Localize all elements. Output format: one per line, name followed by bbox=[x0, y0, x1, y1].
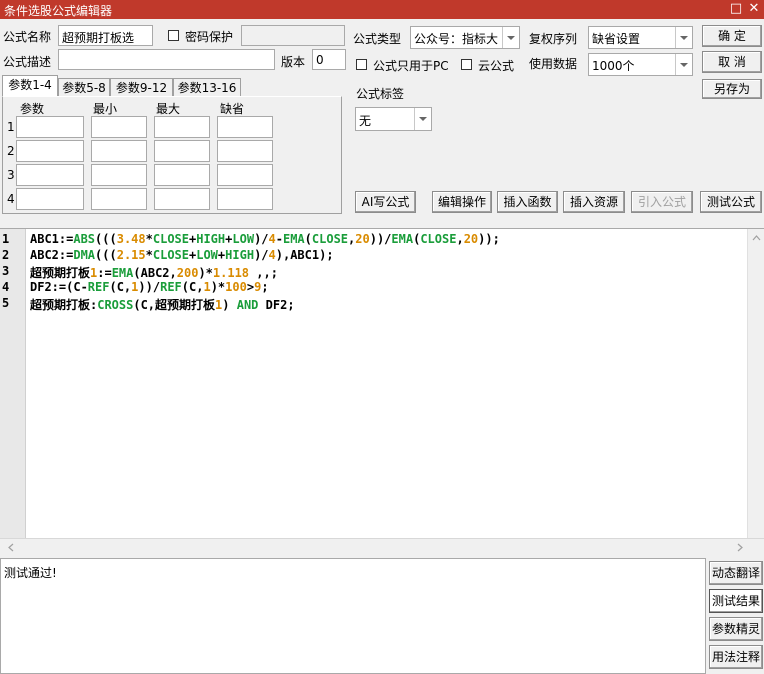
params-panel: 参数 最小 最大 缺省 1 2 3 4 bbox=[2, 96, 342, 214]
save-as-button[interactable]: 另存为 bbox=[702, 79, 762, 99]
dynamic-translate-button[interactable]: 动态翻译 bbox=[709, 561, 763, 585]
param-row-num: 3 bbox=[7, 168, 15, 182]
cloud-label: 云公式 bbox=[478, 59, 515, 73]
code-editor[interactable]: ABC1:=ABS(((3.48*CLOSE+HIGH+LOW)/4-EMA(C… bbox=[0, 228, 764, 539]
ok-button[interactable]: 确 定 bbox=[702, 25, 762, 47]
chevron-down-icon[interactable] bbox=[414, 108, 431, 130]
param-header-min: 最小 bbox=[93, 102, 118, 116]
edit-ops-button[interactable]: 编辑操作 bbox=[432, 191, 492, 213]
desc-label: 公式描述 bbox=[3, 55, 52, 69]
insert-func-button[interactable]: 插入函数 bbox=[497, 191, 558, 213]
code-line[interactable]: DF2:=(C-REF(C,1))/REF(C,1)*100>9; bbox=[30, 280, 269, 294]
param-max-input[interactable] bbox=[154, 140, 210, 162]
scroll-left-icon[interactable] bbox=[2, 539, 19, 556]
maximize-icon[interactable]: □ bbox=[728, 1, 744, 17]
param-max-input[interactable] bbox=[154, 116, 210, 138]
param-name-input[interactable] bbox=[16, 188, 84, 210]
param-min-input[interactable] bbox=[91, 140, 147, 162]
param-row-num: 2 bbox=[7, 144, 15, 158]
line-number: 5 bbox=[2, 296, 10, 310]
scroll-up-icon[interactable] bbox=[748, 229, 764, 246]
line-number: 3 bbox=[2, 264, 10, 278]
version-label: 版本 bbox=[281, 55, 306, 69]
horizontal-scrollbar[interactable] bbox=[0, 538, 764, 555]
tab-params-13-16[interactable]: 参数13-16 bbox=[173, 78, 241, 97]
desc-input[interactable] bbox=[58, 49, 275, 70]
param-max-input[interactable] bbox=[154, 188, 210, 210]
ai-write-button[interactable]: AI写公式 bbox=[355, 191, 416, 213]
chevron-down-icon[interactable] bbox=[675, 27, 692, 48]
param-name-input[interactable] bbox=[16, 116, 84, 138]
tab-params-1-4[interactable]: 参数1-4 bbox=[2, 75, 58, 97]
param-min-input[interactable] bbox=[91, 116, 147, 138]
param-header-default: 缺省 bbox=[220, 102, 245, 116]
tab-params-5-8[interactable]: 参数5-8 bbox=[58, 78, 110, 97]
close-icon[interactable]: ✕ bbox=[746, 1, 762, 17]
pc-only-checkbox[interactable] bbox=[356, 59, 367, 70]
param-row-num: 1 bbox=[7, 120, 15, 134]
output-text: 测试通过! bbox=[4, 566, 57, 580]
chevron-down-icon[interactable] bbox=[502, 27, 519, 48]
param-row-num: 4 bbox=[7, 192, 15, 206]
cloud-checkbox[interactable] bbox=[461, 59, 472, 70]
param-default-input[interactable] bbox=[217, 164, 273, 186]
insert-resource-button[interactable]: 插入资源 bbox=[563, 191, 625, 213]
param-header-name: 参数 bbox=[20, 102, 45, 116]
password-checkbox[interactable] bbox=[168, 30, 179, 41]
password-input[interactable] bbox=[241, 25, 345, 46]
import-formula-button[interactable]: 引入公式 bbox=[631, 191, 693, 213]
tab-params-9-12[interactable]: 参数9-12 bbox=[110, 78, 173, 97]
param-min-input[interactable] bbox=[91, 164, 147, 186]
cancel-button[interactable]: 取 消 bbox=[702, 51, 762, 73]
line-number: 1 bbox=[2, 232, 10, 246]
rights-select[interactable]: 缺省设置 bbox=[588, 26, 693, 49]
param-default-input[interactable] bbox=[217, 140, 273, 162]
test-formula-button[interactable]: 测试公式 bbox=[700, 191, 762, 213]
window-title: 条件选股公式编辑器 bbox=[4, 4, 113, 18]
param-default-input[interactable] bbox=[217, 116, 273, 138]
param-wizard-button[interactable]: 参数精灵 bbox=[709, 617, 763, 641]
vertical-scrollbar[interactable] bbox=[747, 229, 764, 539]
code-line[interactable]: 超预期打板1:=EMA(ABC2,200)*1.118 ,,; bbox=[30, 264, 278, 281]
param-name-input[interactable] bbox=[16, 140, 84, 162]
line-number: 2 bbox=[2, 248, 10, 262]
name-input[interactable]: 超预期打板选 bbox=[58, 25, 153, 46]
pc-only-label: 公式只用于PC bbox=[373, 59, 449, 73]
usage-notes-button[interactable]: 用法注释 bbox=[709, 645, 763, 669]
password-label: 密码保护 bbox=[185, 30, 234, 44]
output-panel: 测试通过! bbox=[0, 558, 706, 674]
param-name-input[interactable] bbox=[16, 164, 84, 186]
param-default-input[interactable] bbox=[217, 188, 273, 210]
code-line[interactable]: ABC2:=DMA(((2.15*CLOSE+LOW+HIGH)/4),ABC1… bbox=[30, 248, 334, 262]
type-select[interactable]: 公众号：指标大 bbox=[410, 26, 520, 49]
scroll-right-icon[interactable] bbox=[732, 539, 749, 556]
chevron-down-icon[interactable] bbox=[675, 54, 692, 75]
param-min-input[interactable] bbox=[91, 188, 147, 210]
rights-label: 复权序列 bbox=[529, 32, 578, 46]
data-label: 使用数据 bbox=[529, 57, 578, 71]
version-input[interactable]: 0 bbox=[312, 49, 346, 70]
data-select[interactable]: 1000个 bbox=[588, 53, 693, 76]
tag-select[interactable]: 无 bbox=[355, 107, 432, 131]
code-line[interactable]: 超预期打板:CROSS(C,超预期打板1) AND DF2; bbox=[30, 296, 295, 313]
param-header-max: 最大 bbox=[156, 102, 181, 116]
param-max-input[interactable] bbox=[154, 164, 210, 186]
title-bar: 条件选股公式编辑器 □ ✕ bbox=[0, 0, 764, 19]
code-line[interactable]: ABC1:=ABS(((3.48*CLOSE+HIGH+LOW)/4-EMA(C… bbox=[30, 232, 500, 246]
type-label: 公式类型 bbox=[353, 32, 402, 46]
tag-label: 公式标签 bbox=[356, 87, 405, 101]
test-result-button[interactable]: 测试结果 bbox=[709, 589, 763, 613]
line-number: 4 bbox=[2, 280, 10, 294]
name-label: 公式名称 bbox=[3, 30, 52, 44]
